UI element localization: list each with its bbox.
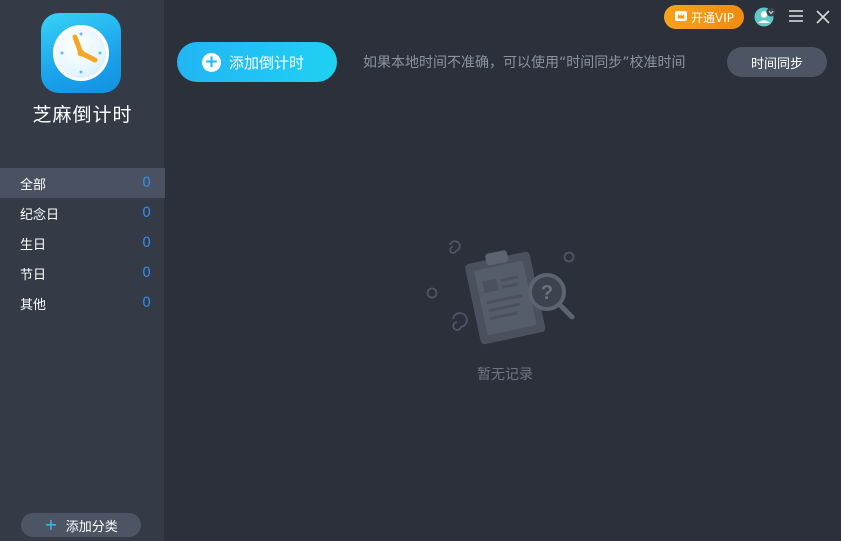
add-category-button[interactable]: + 添加分类: [21, 513, 141, 537]
add-countdown-label: 添加倒计时: [229, 53, 305, 72]
close-icon[interactable]: [815, 9, 831, 25]
category-count: 0: [142, 205, 151, 221]
plus-icon: +: [44, 515, 58, 534]
avatar-icon[interactable]: [754, 6, 776, 28]
clock-hands: [60, 32, 102, 74]
empty-clipboard-search-icon: ?: [426, 240, 575, 345]
empty-state-text: 暂无记录: [477, 367, 533, 383]
app-name: 芝麻倒计时: [32, 104, 133, 126]
app-logo-clock-icon: [41, 13, 121, 93]
add-countdown-button[interactable]: + 添加倒计时: [177, 42, 337, 82]
add-category-label: 添加分类: [65, 519, 118, 535]
category-count: 0: [142, 175, 151, 191]
menu-icon[interactable]: [788, 8, 804, 24]
category-label: 节日: [20, 267, 47, 283]
category-label: 其他: [20, 297, 47, 313]
crown-icon: [674, 10, 688, 25]
vip-button[interactable]: 开通VIP: [664, 5, 744, 29]
category-item-holiday[interactable]: 节日 0: [0, 258, 165, 288]
category-label: 纪念日: [20, 207, 60, 223]
svg-text:?: ?: [541, 282, 553, 304]
category-label: 全部: [20, 177, 47, 193]
category-item-all[interactable]: 全部 0: [0, 168, 165, 198]
category-item-other[interactable]: 其他 0: [0, 288, 165, 318]
category-item-birthday[interactable]: 生日 0: [0, 228, 165, 258]
time-sync-hint: 如果本地时间不准确，可以使用“时间同步”校准时间: [363, 55, 686, 71]
category-label: 生日: [20, 237, 47, 253]
vip-label: 开通VIP: [691, 10, 734, 25]
time-sync-button[interactable]: 时间同步: [727, 47, 827, 77]
category-list: 全部 0 纪念日 0 生日 0 节日 0 其他 0: [0, 168, 165, 318]
category-count: 0: [142, 265, 151, 281]
category-count: 0: [142, 235, 151, 251]
sidebar: 芝麻倒计时 全部 0 纪念日 0 生日 0 节日 0 其他 0 + 添加分类: [0, 0, 165, 541]
category-count: 0: [142, 295, 151, 311]
plus-circle-icon: +: [202, 52, 221, 72]
category-item-anniversary[interactable]: 纪念日 0: [0, 198, 165, 228]
